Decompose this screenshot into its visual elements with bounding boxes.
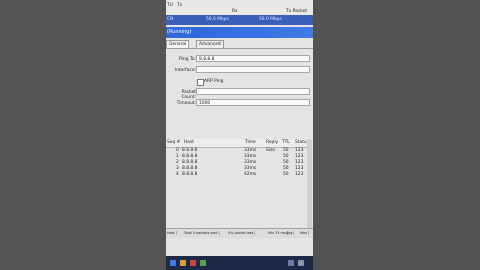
timeout-label: Timeout: [176, 101, 196, 106]
header-label: Seq # [167, 140, 181, 145]
window-title: (Running) [167, 29, 192, 35]
tx-rate: 56.0 Mbps [206, 17, 229, 22]
rx-rate: 56.0 Mbps [259, 17, 282, 22]
ping-to-input[interactable]: 8.8.8.8 [196, 55, 310, 62]
status-bar: Host Total 5 packets sent 0% packet loss… [166, 228, 313, 238]
interface-label: Interface: [174, 68, 196, 73]
app-window: TU Tx Rx Tx Packet CN 56.0 Mbps 56.0 Mbp… [166, 0, 313, 270]
tab-general[interactable]: General [166, 40, 190, 48]
status-min: Min 33 ms [268, 231, 288, 235]
tab-bar: General Advanced [166, 39, 313, 49]
background-left [0, 0, 166, 270]
column-header-host[interactable]: Host [183, 139, 245, 148]
interface-name: CN [167, 17, 174, 22]
network-icon[interactable] [288, 260, 294, 266]
header-label: Time [245, 140, 256, 145]
header-label: TTL [282, 140, 290, 145]
status-host: Host [167, 231, 177, 235]
background-right [313, 0, 480, 270]
column-header[interactable]: TU [167, 3, 173, 8]
column-header[interactable]: Tx Packet [286, 9, 307, 14]
ping-to-label: Ping To: [179, 57, 196, 62]
ping-window-titlebar[interactable]: (Running) [166, 27, 313, 38]
status-avg: Avg [286, 231, 295, 235]
tab-advanced[interactable]: Advanced [196, 40, 224, 48]
column-header-ttl[interactable]: TTL [281, 139, 295, 148]
packet-count-input[interactable] [196, 88, 310, 95]
results-table: Seq # Host Time Reply Size TTL Status 0 … [166, 139, 313, 229]
ping-to-value: 8.8.8.8 [199, 57, 215, 62]
folder-icon[interactable] [180, 260, 186, 266]
column-header[interactable]: Tx [177, 3, 182, 8]
size-cell: 50 [283, 172, 289, 177]
column-header[interactable]: Rx [232, 9, 238, 14]
results-scrollbar[interactable] [307, 139, 312, 228]
interface-row-selected[interactable]: CN 56.0 Mbps 56.0 Mbps [166, 15, 313, 25]
packet-count-label: Packet Count: [181, 90, 196, 100]
status-max: Max [300, 231, 310, 235]
ttl-cell: 123 [295, 172, 304, 177]
column-header-seq[interactable]: Seq # [166, 139, 184, 148]
interface-list-header: TU Tx Rx Tx Packet [166, 0, 313, 15]
status-loss: 0% packet loss [228, 231, 256, 235]
status-sent: Total 5 packets sent [184, 231, 220, 235]
interface-select[interactable] [196, 66, 310, 73]
app-icon[interactable] [190, 260, 196, 266]
arp-ping-checkbox[interactable] [197, 79, 204, 86]
tab-label: Advanced [199, 42, 221, 47]
taskbar [166, 256, 313, 270]
volume-icon[interactable] [298, 260, 304, 266]
timeout-input[interactable]: 1000 [196, 99, 310, 106]
table-row[interactable]: 4 8.8.8.8 42ms 50 123 [166, 172, 313, 178]
header-label: Host [184, 140, 194, 145]
timeout-value: 1000 [199, 101, 211, 106]
host-cell: 8.8.8.8 [182, 172, 198, 177]
seq-cell: 4 [176, 172, 179, 177]
start-icon[interactable] [170, 260, 176, 266]
arp-ping-label: ARP Ping [204, 79, 224, 84]
tab-label: General [169, 42, 187, 47]
column-header-time[interactable]: Time [244, 139, 266, 148]
app-icon[interactable] [200, 260, 206, 266]
time-cell: 42ms [244, 172, 257, 177]
column-header-reply-size[interactable]: Reply Size [265, 139, 282, 153]
